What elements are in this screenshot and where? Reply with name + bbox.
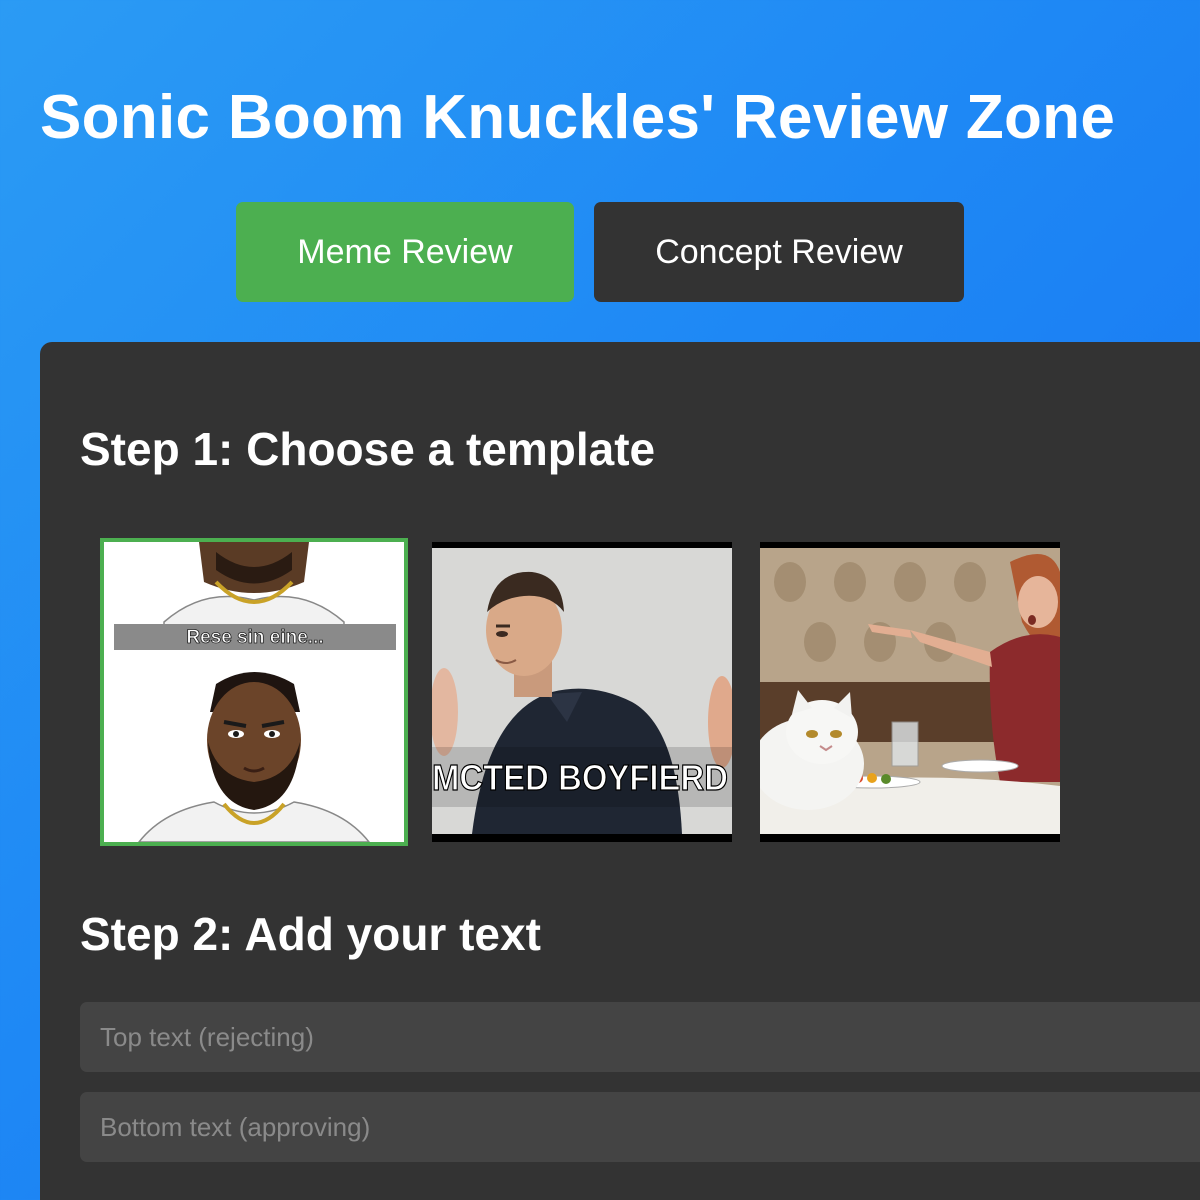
bottom-text-input[interactable] <box>80 1092 1200 1162</box>
step1-heading: Step 1: Choose a template <box>80 423 656 475</box>
template-cat-image <box>760 542 1060 842</box>
template-drake-image: Rese sin eine... <box>104 542 404 842</box>
tab-meme-review[interactable]: Meme Review <box>236 202 574 302</box>
template-boyfriend-caption: MCTED BOYFIERD <box>432 757 728 798</box>
tab-concept-review[interactable]: Concept Review <box>594 202 964 302</box>
template-distracted-boyfriend[interactable]: MCTED BOYFIERD <box>432 542 732 842</box>
meme-editor-panel: Step 1: Choose a template Rese sin eine.… <box>40 342 1200 1200</box>
template-boyfriend-image: MCTED BOYFIERD <box>432 542 732 842</box>
template-woman-yelling-cat[interactable] <box>760 542 1060 842</box>
step2-heading: Step 2: Add your text <box>80 908 541 960</box>
top-text-input[interactable] <box>80 1002 1200 1072</box>
page-title: Sonic Boom Knuckles' Review Zone <box>40 83 1116 152</box>
template-drake-caption: Rese sin eine... <box>186 627 323 648</box>
template-drake[interactable]: Rese sin eine... <box>100 538 408 846</box>
